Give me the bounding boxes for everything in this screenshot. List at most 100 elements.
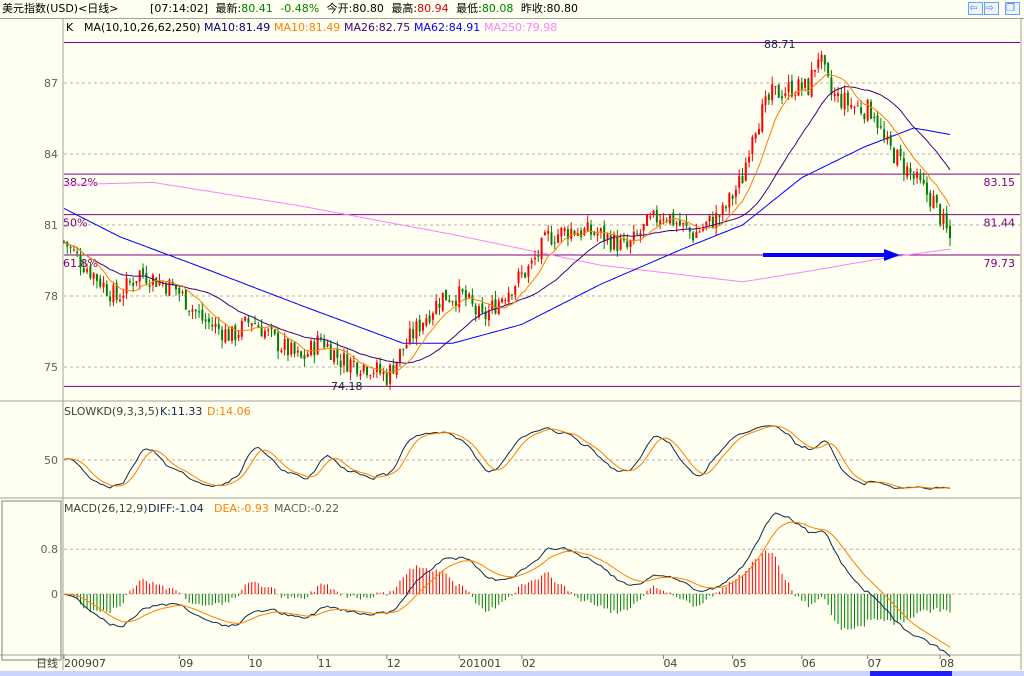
candle-down [830,77,833,95]
candle-down [589,224,592,235]
candle-up [333,350,336,363]
candle-down [873,116,876,119]
open-label: 今开: [326,2,353,15]
candle-up [112,285,115,303]
candle-down [217,324,220,329]
restore-button[interactable]: ❐ [1005,2,1020,15]
low-label: 最低: [456,2,482,15]
candle-down [860,107,863,114]
candle-up [352,361,355,363]
k-label: K [66,21,74,34]
candle-up [316,335,319,355]
candle-down [132,282,135,286]
candle-down [227,329,230,341]
candle-down [339,360,342,367]
candle-up [280,350,283,353]
candle-down [303,355,306,359]
price-tick-label: 75 [44,361,58,374]
candle-up [850,104,853,108]
candle-up [675,223,678,225]
candle-up [517,271,520,284]
candle-down [428,315,431,323]
kd-k-value: K:11.33 [160,405,202,418]
candle-up [135,281,138,284]
candle-down [207,318,210,323]
candle-up [125,278,128,294]
candle-up [408,328,411,344]
candle-up [359,374,362,376]
candle-up [405,344,408,349]
candle-down [869,101,872,119]
candle-down [445,289,448,301]
candle-down [142,268,145,275]
candle-down [899,148,902,157]
candle-down [273,329,276,334]
candle-down [270,326,273,330]
candle-up [896,149,899,166]
chart-canvas[interactable]: 83.1538.2%81.4450%79.7361.8% 8784817875 … [0,19,1024,671]
x-axis-label: 09 [179,657,193,670]
candle-up [72,249,75,251]
candle-down [622,239,625,241]
candle-up [342,353,345,366]
candle-down [781,96,784,99]
candle-up [794,95,797,97]
candle-up [738,176,741,188]
candle-up [389,364,392,384]
candle-down [807,78,810,96]
candle-up [224,329,227,343]
candle-down [616,235,619,252]
scrollbar-thumb[interactable] [870,671,952,676]
candle-up [843,92,846,110]
candle-down [105,284,108,296]
candle-up [764,96,767,106]
candle-up [586,222,589,231]
candle-up [375,362,378,372]
candle-down [603,225,606,242]
candle-down [204,319,207,322]
candle-up [837,93,840,97]
candle-down [165,283,168,294]
candle-up [263,330,266,338]
price-tick-label: 81 [44,219,58,232]
macd-tick-0.8: 0.8 [41,543,59,556]
candle-down [336,349,339,358]
candle-up [118,299,121,302]
candle-down [935,194,938,203]
candle-down [99,278,102,287]
candle-down [155,277,158,287]
prev-close-price: 80.80 [546,2,579,15]
kd-d-value: D:14.06 [207,405,251,418]
candle-down [346,354,349,372]
ma-legend-item: MA10:81.49 [204,21,270,34]
candle-down [883,129,886,139]
candle-up [86,269,89,272]
candle-up [853,107,856,109]
candle-up [942,213,945,224]
x-axis-label: 06 [802,657,816,670]
candle-down [79,255,82,268]
period-label: 日线 [36,656,58,670]
candle-up [543,232,546,236]
next-button[interactable]: ⇨ [984,2,999,15]
candle-down [366,366,369,376]
candle-down [902,158,905,174]
latest-price: 80.41 [241,2,273,15]
candle-down [277,332,280,352]
candle-up [754,133,757,139]
candle-down [412,329,415,339]
candle-up [533,257,536,260]
candle-down [221,329,224,341]
scrollbar[interactable] [0,671,1024,676]
ma-params: MA(10,10,26,62,250) [84,21,201,34]
candle-down [800,82,803,90]
candle-up [560,227,563,237]
candle-up [856,105,859,107]
candle-up [540,237,543,260]
candle-down [356,362,359,375]
candle-down [718,215,721,218]
candle-down [89,266,92,278]
candle-down [211,324,214,327]
prev-button[interactable]: ⇦ [968,2,983,15]
candle-up [698,231,701,233]
